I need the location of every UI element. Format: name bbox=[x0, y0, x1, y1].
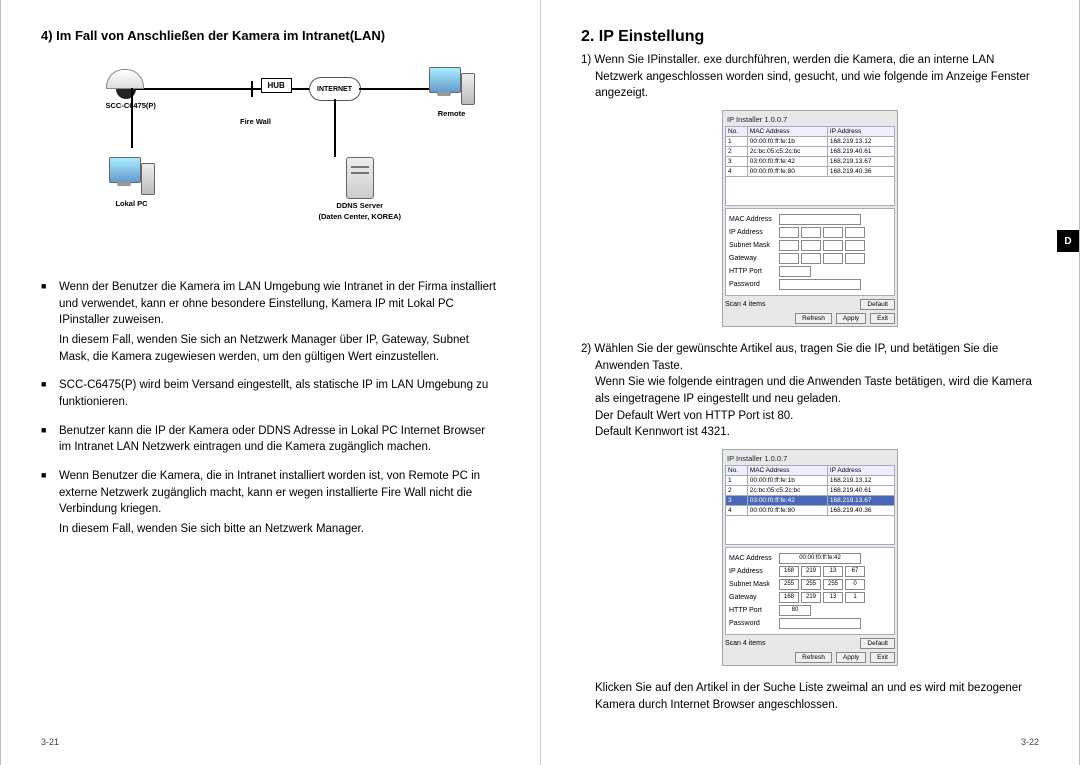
list-item: Wenn Benutzer die Kamera, die in Intrane… bbox=[41, 468, 500, 538]
bullet-list: Wenn der Benutzer die Kamera im LAN Umge… bbox=[41, 279, 500, 538]
table-row: 400:00:f0:ff:fe:80168.219.40.36 bbox=[726, 167, 895, 177]
table-row: 303:00:f0:ff:fe:42168.219.13.67 bbox=[726, 496, 895, 506]
table-row: 400:00:f0:ff:fe:80168.219.40.36 bbox=[726, 506, 895, 516]
default-button[interactable]: Default bbox=[860, 299, 895, 310]
list-item: SCC-C6475(P) wird beim Versand eingestel… bbox=[41, 377, 500, 410]
ip-installer-screenshot-1: IP Installer 1.0.0.7 No. MAC Address IP … bbox=[722, 110, 898, 327]
table-row: 22c:bc:05:c5:2c:bc168.219.40.61 bbox=[726, 486, 895, 496]
exit-button[interactable]: Exit bbox=[870, 652, 895, 663]
paragraph-2: Wählen Sie der gewünschte Artikel aus, t… bbox=[581, 341, 1039, 441]
exit-button[interactable]: Exit bbox=[870, 313, 895, 324]
table-row: 100:00:f0:ff:fe:1b168.219.13.12 bbox=[726, 476, 895, 486]
apply-button[interactable]: Apply bbox=[836, 313, 866, 324]
page-number: 3-22 bbox=[1021, 737, 1039, 747]
hub-label: HUB bbox=[261, 78, 292, 93]
default-button[interactable]: Default bbox=[860, 638, 895, 649]
table-row: 22c:bc:05:c5:2c:bc168.219.40.61 bbox=[726, 147, 895, 157]
page-left: 4) Im Fall von Anschließen der Kamera im… bbox=[0, 0, 540, 765]
local-pc-label: Lokal PC bbox=[109, 200, 155, 208]
server-icon bbox=[346, 157, 374, 199]
camera-icon bbox=[106, 69, 146, 99]
network-diagram: HUB Fire Wall SCC-C6475(P) Lokal PC INTE… bbox=[71, 57, 471, 257]
page-right: 2. IP Einstellung Wenn Sie IPinstaller. … bbox=[540, 0, 1080, 765]
section-heading: 4) Im Fall von Anschließen der Kamera im… bbox=[41, 28, 500, 43]
refresh-button[interactable]: Refresh bbox=[795, 313, 832, 324]
footnote: Klicken Sie auf den Artikel in der Suche… bbox=[595, 680, 1039, 713]
ddns-label-2: (Daten Center, KOREA) bbox=[319, 213, 402, 221]
device-table: No. MAC Address IP Address 100:00:f0:ff:… bbox=[725, 465, 895, 545]
window-title: IP Installer 1.0.0.7 bbox=[725, 452, 895, 465]
firewall-label: Fire Wall bbox=[231, 118, 281, 126]
section-tab: D bbox=[1057, 230, 1079, 252]
device-table: No. MAC Address IP Address 100:00:f0:ff:… bbox=[725, 126, 895, 206]
table-row: 303:00:f0:ff:fe:42168.219.13.67 bbox=[726, 157, 895, 167]
ip-installer-screenshot-2: IP Installer 1.0.0.7 No. MAC Address IP … bbox=[722, 449, 898, 666]
local-pc-icon bbox=[109, 157, 155, 197]
scan-status: Scan 4 items bbox=[725, 301, 765, 308]
section-heading: 2. IP Einstellung bbox=[581, 28, 1039, 46]
table-row: 100:00:f0:ff:fe:1b168.219.13.12 bbox=[726, 137, 895, 147]
list-item: Wenn der Benutzer die Kamera im LAN Umge… bbox=[41, 279, 500, 365]
list-item: Benutzer kann die IP der Kamera oder DDN… bbox=[41, 423, 500, 456]
internet-cloud-icon: INTERNET bbox=[309, 77, 361, 101]
remote-label: Remote bbox=[429, 110, 475, 118]
paragraph-1: Wenn Sie IPinstaller. exe durchführen, w… bbox=[581, 52, 1039, 102]
window-title: IP Installer 1.0.0.7 bbox=[725, 113, 895, 126]
refresh-button[interactable]: Refresh bbox=[795, 652, 832, 663]
scan-status: Scan 4 items bbox=[725, 640, 765, 647]
ddns-label-1: DDNS Server bbox=[319, 202, 402, 210]
page-number: 3-21 bbox=[41, 737, 59, 747]
apply-button[interactable]: Apply bbox=[836, 652, 866, 663]
remote-pc-icon bbox=[429, 67, 475, 107]
